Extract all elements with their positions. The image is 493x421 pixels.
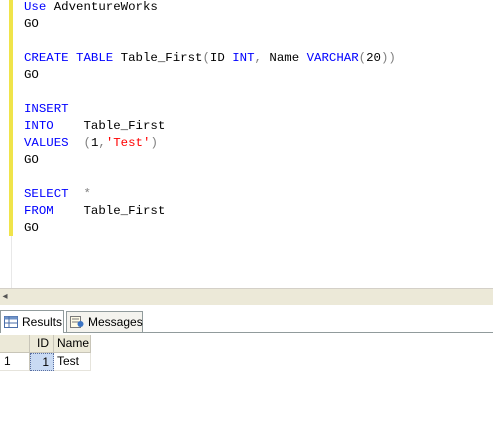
tab-messages-label: Messages bbox=[88, 315, 143, 329]
code-token: FROM bbox=[24, 204, 54, 218]
code-token: Name bbox=[269, 51, 307, 65]
code-line[interactable]: INTO Table_First bbox=[24, 118, 165, 135]
change-tracking-bar bbox=[9, 0, 13, 236]
code-line[interactable]: GO bbox=[24, 220, 39, 237]
code-token: ( bbox=[358, 51, 367, 65]
grid-corner[interactable] bbox=[0, 335, 30, 353]
code-token: VALUES bbox=[24, 136, 69, 150]
code-token: ( bbox=[68, 136, 91, 150]
code-token: GO bbox=[24, 221, 39, 235]
grid-cell-id[interactable]: 1 bbox=[30, 353, 54, 371]
grid-icon bbox=[4, 316, 18, 328]
code-line[interactable]: GO bbox=[24, 67, 39, 84]
code-token: Use bbox=[24, 0, 54, 14]
results-grid: ID Name 1 1 Test bbox=[0, 333, 493, 421]
result-tab-bar: Results Messages bbox=[0, 305, 493, 333]
editor-horizontal-scrollbar[interactable]: ◂ bbox=[0, 288, 493, 306]
code-token: CREATE TABLE bbox=[24, 51, 121, 65]
tab-results-label: Results bbox=[22, 315, 63, 329]
code-token: Table_First bbox=[120, 51, 203, 65]
code-token: GO bbox=[24, 17, 39, 31]
code-line[interactable]: FROM Table_First bbox=[24, 203, 165, 220]
messages-icon bbox=[70, 316, 84, 328]
code-token: AdventureWorks bbox=[53, 0, 158, 14]
code-token: GO bbox=[24, 68, 39, 82]
tab-messages[interactable]: Messages bbox=[66, 311, 143, 332]
code-line[interactable]: GO bbox=[24, 152, 39, 169]
code-line[interactable]: CREATE TABLE Table_First(ID INT, Name VA… bbox=[24, 50, 396, 67]
column-header-id[interactable]: ID bbox=[30, 335, 54, 353]
code-token: )) bbox=[380, 51, 396, 65]
scroll-left-arrow-icon[interactable]: ◂ bbox=[0, 291, 10, 303]
code-line[interactable]: INSERT bbox=[24, 101, 69, 118]
code-token: , bbox=[98, 136, 106, 150]
grid-cell-name[interactable]: Test bbox=[54, 353, 91, 371]
code-token: ( bbox=[202, 51, 210, 65]
code-line[interactable]: SELECT * bbox=[24, 186, 91, 203]
code-token: Table_First bbox=[53, 119, 166, 133]
code-token: Table_First bbox=[53, 204, 166, 218]
code-token: INT bbox=[232, 51, 255, 65]
code-token: ID bbox=[209, 51, 233, 65]
code-token: SELECT bbox=[24, 187, 69, 201]
code-token: INTO bbox=[24, 119, 54, 133]
code-token: , bbox=[254, 51, 270, 65]
code-token: 20 bbox=[366, 51, 381, 65]
row-number[interactable]: 1 bbox=[0, 353, 30, 371]
code-line[interactable]: Use AdventureWorks bbox=[24, 0, 158, 16]
code-line[interactable]: GO bbox=[24, 16, 39, 33]
code-token: * bbox=[68, 187, 91, 201]
code-token: GO bbox=[24, 153, 39, 167]
code-token: INSERT bbox=[24, 102, 69, 116]
code-line[interactable]: VALUES (1,'Test') bbox=[24, 135, 158, 152]
column-header-name[interactable]: Name bbox=[54, 335, 91, 353]
query-editor[interactable]: Use AdventureWorks GO CREATE TABLE Table_F… bbox=[0, 0, 493, 288]
tab-results[interactable]: Results bbox=[0, 310, 64, 333]
code-token: VARCHAR bbox=[306, 51, 359, 65]
code-token: 'Test' bbox=[105, 136, 151, 150]
code-token: ) bbox=[150, 136, 158, 150]
